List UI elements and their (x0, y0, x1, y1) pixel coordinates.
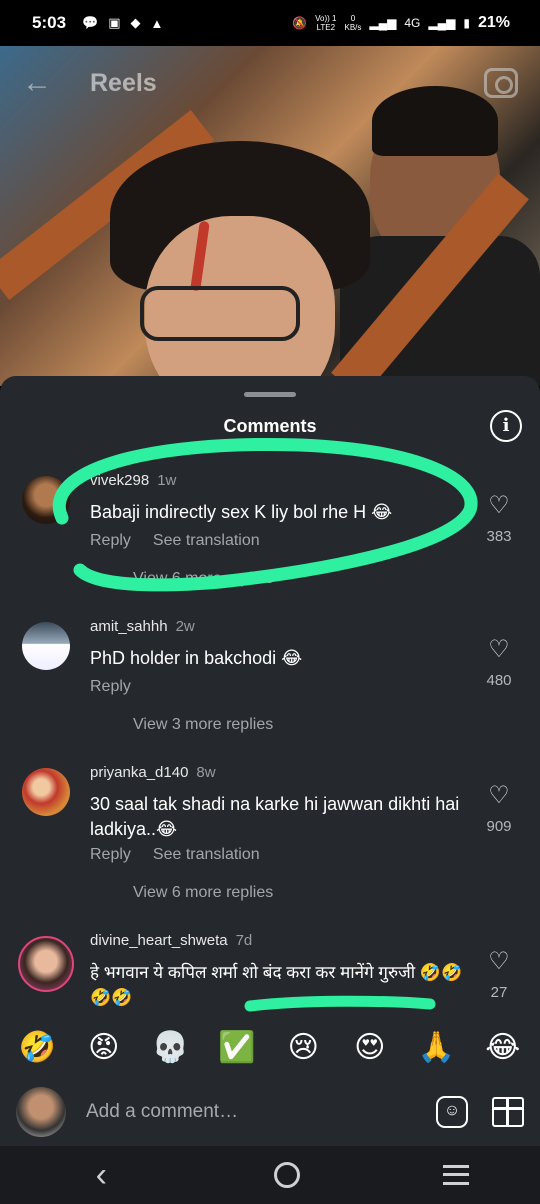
back-arrow-icon[interactable]: ← (22, 66, 52, 100)
comment-header: vivek298 1w (90, 472, 176, 489)
view-replies-button[interactable]: View 6 more replies (133, 570, 273, 588)
page-title: Reels (90, 68, 157, 97)
view-replies-button[interactable]: View 3 more replies (133, 716, 273, 734)
comment-time: 7d (235, 932, 253, 949)
comment-username[interactable]: priyanka_d140 (90, 764, 188, 781)
emoji-joy[interactable]: 😂 (477, 1030, 529, 1065)
info-icon[interactable]: i (490, 410, 522, 442)
status-left: 5:03 💬 ▣ ◆ ▲ (32, 13, 163, 33)
status-bar: 5:03 💬 ▣ ◆ ▲ 🔕 Vo)) 1 LTE2 0 KB/s ▂▄▆ 4G… (0, 0, 540, 46)
comment-input[interactable] (86, 1101, 386, 1123)
like-group: ♡ 909 (482, 784, 516, 836)
speed-bottom: KB/s (344, 23, 362, 32)
emoji-pray[interactable]: 🙏 (410, 1030, 462, 1065)
video-glasses (140, 286, 300, 341)
comment-actions: Reply See translation (90, 846, 282, 864)
heart-icon[interactable]: ♡ (482, 950, 516, 974)
emoji-cry[interactable]: 😢 (277, 1030, 329, 1065)
network-type: 4G (404, 16, 421, 30)
mute-icon: 🔕 (292, 16, 308, 30)
speed-indicator: 0 KB/s (345, 14, 362, 32)
camera-icon[interactable] (484, 68, 518, 98)
avatar[interactable] (22, 476, 70, 524)
like-group: ♡ 383 (482, 494, 516, 546)
emoji-rofl[interactable]: 🤣 (11, 1030, 63, 1065)
my-avatar (16, 1087, 66, 1137)
status-right: 🔕 Vo)) 1 LTE2 0 KB/s ▂▄▆ 4G ▂▄▆ ▮ 21% (292, 14, 510, 32)
heart-icon[interactable]: ♡ (482, 638, 516, 662)
sheet-title: Comments (223, 416, 317, 436)
comment-time: 2w (175, 618, 195, 635)
comment-composer: ☺ (0, 1078, 540, 1146)
comment-header: amit_sahhh 2w (90, 618, 195, 635)
emoji-skull[interactable]: 💀 (144, 1030, 196, 1065)
comment-actions: Reply See translation (90, 532, 282, 550)
nav-home-icon[interactable] (273, 1162, 300, 1188)
emoji-bar: 🤣 😡 💀 ✅ 😢 😍 🙏 😂 (0, 1022, 540, 1072)
reels-header: ← Reels (0, 60, 540, 106)
avatar[interactable] (18, 936, 74, 992)
emoji-check[interactable]: ✅ (211, 1030, 263, 1065)
like-count: 909 (486, 818, 512, 835)
system-nav-bar: ‹ (0, 1146, 540, 1204)
signal-icon: ▂▄▆ (369, 16, 397, 30)
comment-header: divine_heart_shweta 7d (90, 932, 252, 949)
drag-handle[interactable] (244, 392, 296, 397)
emoji-heart-eyes[interactable]: 😍 (344, 1030, 396, 1065)
chat-bubble-icon: 💬 (82, 15, 99, 30)
volte-indicator: Vo)) 1 LTE2 (315, 14, 336, 32)
gift-icon[interactable] (492, 1097, 524, 1127)
avatar[interactable] (22, 768, 70, 816)
comment-time: 1w (157, 472, 177, 489)
view-replies-button[interactable]: View 6 more replies (133, 884, 273, 902)
comment-username[interactable]: vivek298 (90, 472, 149, 489)
comment-username[interactable]: amit_sahhh (90, 618, 168, 635)
comment-text: 30 saal tak shadi na karke hi jawwan dik… (90, 794, 460, 839)
comment-username[interactable]: divine_heart_shweta (90, 932, 228, 949)
like-count: 27 (490, 984, 508, 1001)
like-count: 480 (486, 672, 512, 689)
heart-icon[interactable]: ♡ (482, 784, 516, 808)
signal-icon-2: ▂▄▆ (428, 16, 456, 30)
comment-time: 8w (196, 764, 216, 781)
notification-icon: ▣ (108, 15, 121, 30)
sticker-icon[interactable]: ☺ (436, 1096, 468, 1128)
comment-text: हे भगवान ये कपिल शर्मा शो बंद करा कर मान… (90, 963, 463, 1007)
like-count: 383 (486, 528, 512, 545)
nav-recent-apps-icon[interactable] (442, 1165, 469, 1185)
comment-text: PhD holder in bakchodi 😂 (90, 648, 303, 668)
like-group: ♡ 480 (482, 638, 516, 690)
volte-top: Vo)) 1 (315, 14, 337, 23)
see-translation-button[interactable]: See translation (153, 532, 260, 549)
avatar[interactable] (22, 622, 70, 670)
warning-icon: ▲ (150, 15, 164, 31)
comment-actions: Reply (90, 678, 153, 696)
comment-text: Babaji indirectly sex K liy bol rhe H 😂 (90, 502, 393, 522)
battery-percent: 21% (477, 14, 510, 31)
like-group: ♡ 27 (482, 950, 516, 1002)
battery-icon: ▮ (463, 16, 470, 30)
bookmark-icon: ◆ (130, 15, 141, 30)
speed-top: 0 (350, 14, 356, 23)
see-translation-button[interactable]: See translation (153, 846, 260, 863)
nav-back-icon[interactable]: ‹ (71, 1156, 131, 1195)
volte-bottom: LTE2 (316, 23, 336, 32)
status-time: 5:03 (32, 13, 67, 32)
comment-header: priyanka_d140 8w (90, 764, 216, 781)
reply-button[interactable]: Reply (90, 678, 131, 695)
emoji-angry[interactable]: 😡 (78, 1030, 130, 1065)
reply-button[interactable]: Reply (90, 846, 131, 863)
reply-button[interactable]: Reply (90, 532, 131, 549)
heart-icon[interactable]: ♡ (482, 494, 516, 518)
